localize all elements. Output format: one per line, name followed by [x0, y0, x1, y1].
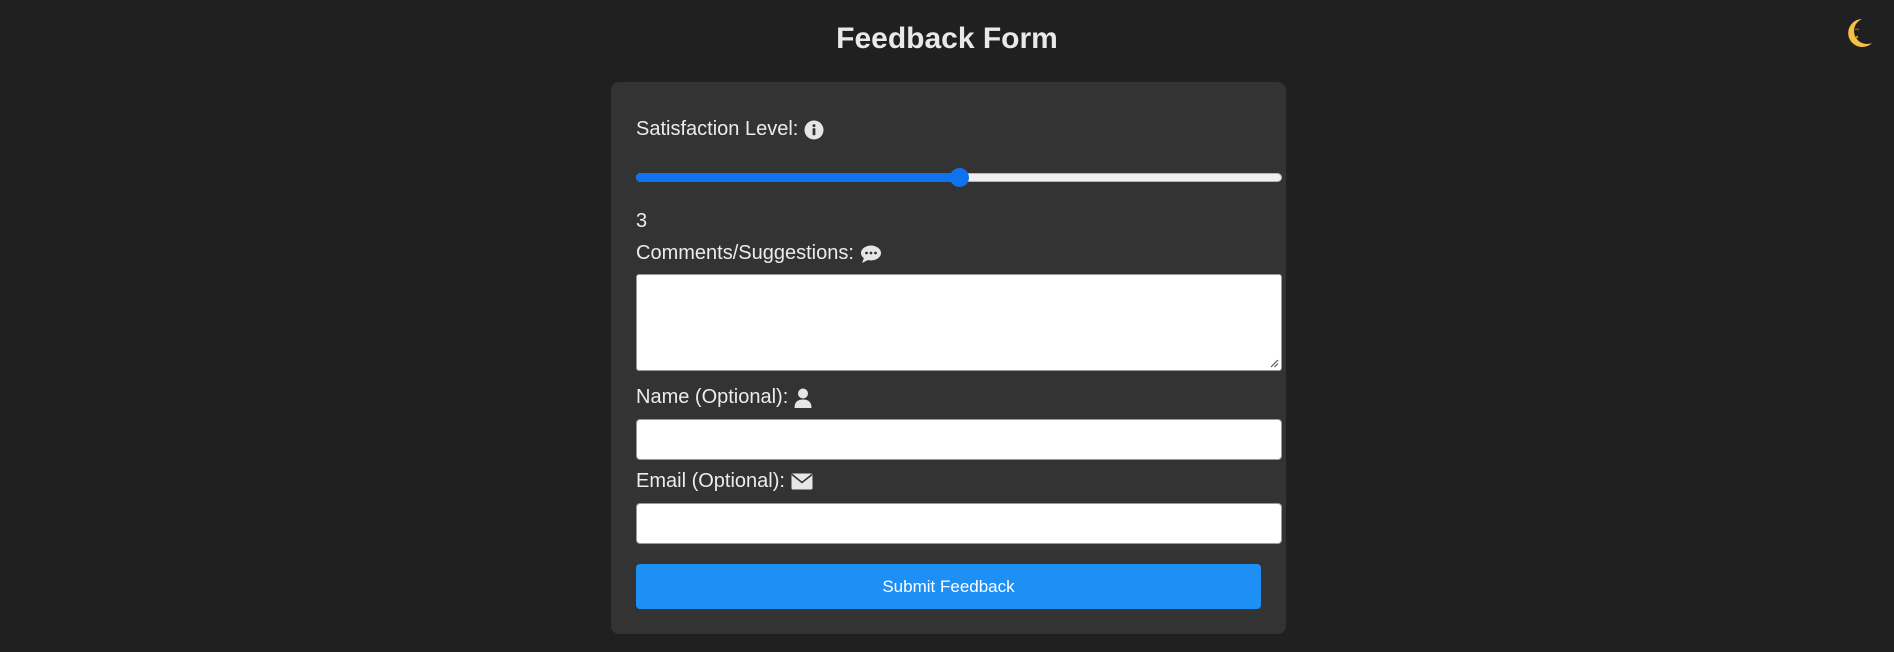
email-label-text: Email (Optional):	[636, 470, 785, 492]
name-label-text: Name (Optional):	[636, 386, 789, 408]
email-label: Email (Optional):	[636, 470, 813, 493]
email-input[interactable]	[636, 503, 1282, 544]
user-icon	[794, 388, 812, 408]
comment-icon	[860, 245, 881, 263]
satisfaction-label: Satisfaction Level:	[636, 118, 824, 141]
theme-toggle-button[interactable]	[1842, 16, 1876, 50]
info-circle-icon	[804, 120, 824, 139]
slider-fill	[636, 173, 959, 182]
slider-thumb[interactable]	[950, 168, 969, 187]
satisfaction-slider[interactable]	[636, 167, 1282, 189]
submit-feedback-button[interactable]: Submit Feedback	[636, 564, 1261, 609]
satisfaction-value: 3	[636, 210, 648, 232]
crescent-moon-icon	[1848, 19, 1872, 47]
comments-label-text: Comments/Suggestions:	[636, 242, 854, 264]
comments-textarea[interactable]	[636, 274, 1282, 371]
resize-grip-icon[interactable]	[1269, 358, 1279, 368]
feedback-form: Satisfaction Level: 3 Comments/Suggestio…	[611, 82, 1286, 634]
name-input[interactable]	[636, 419, 1282, 460]
name-label: Name (Optional):	[636, 386, 812, 409]
comments-label: Comments/Suggestions:	[636, 242, 882, 265]
envelope-icon	[791, 473, 813, 490]
satisfaction-label-text: Satisfaction Level:	[636, 118, 799, 140]
page-title: Feedback Form	[836, 22, 1058, 55]
feedback-page: Feedback Form Satisfaction Level: 3 Comm…	[0, 0, 1894, 652]
